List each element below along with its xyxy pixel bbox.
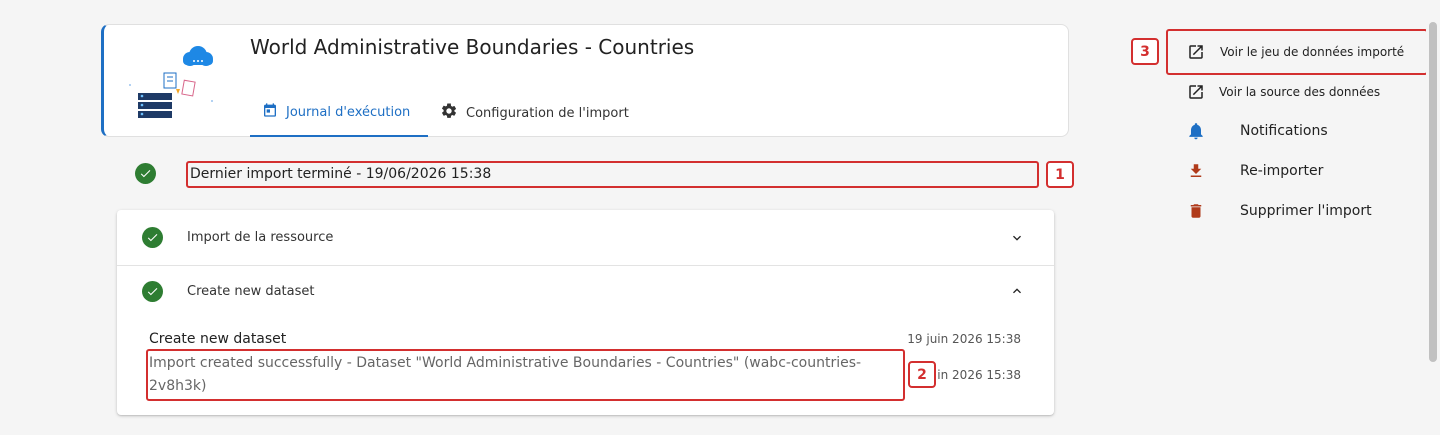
delete-import-label: Supprimer l'import bbox=[1240, 203, 1372, 219]
import-steps-panel: Import de la ressource Create new datase… bbox=[117, 210, 1054, 415]
reimport-label: Re-importer bbox=[1240, 163, 1324, 179]
last-import-status-text: Dernier import terminé - 19/06/2026 15:3… bbox=[186, 161, 1039, 188]
import-header-card: World Administrative Boundaries - Countr… bbox=[101, 24, 1069, 137]
chevron-down-icon[interactable] bbox=[1009, 230, 1025, 246]
download-icon bbox=[1186, 161, 1206, 181]
page-scrollbar[interactable] bbox=[1426, 0, 1440, 435]
step-label: Import de la ressource bbox=[187, 230, 334, 245]
page-title: World Administrative Boundaries - Countr… bbox=[250, 35, 695, 59]
view-data-source-link[interactable]: Voir la source des données bbox=[1186, 82, 1380, 102]
calendar-icon bbox=[262, 102, 278, 122]
delete-import-button[interactable]: Supprimer l'import bbox=[1186, 200, 1372, 222]
trash-icon bbox=[1186, 201, 1206, 221]
check-circle-icon bbox=[135, 163, 156, 184]
step-import-resource[interactable]: Import de la ressource bbox=[117, 210, 1054, 265]
bell-icon bbox=[1186, 121, 1206, 141]
last-import-status: Dernier import terminé - 19/06/2026 15:3… bbox=[132, 161, 1082, 189]
check-circle-icon bbox=[142, 227, 163, 248]
open-in-new-icon bbox=[1186, 82, 1206, 102]
view-imported-dataset-link[interactable]: Voir le jeu de données importé bbox=[1166, 29, 1428, 75]
log-entry-message: Import created successfully - Dataset "W… bbox=[146, 349, 905, 401]
chevron-up-icon[interactable] bbox=[1009, 283, 1025, 299]
view-data-source-label: Voir la source des données bbox=[1219, 85, 1381, 99]
step-create-dataset[interactable]: Create new dataset bbox=[117, 266, 1054, 316]
tab-configuration[interactable]: Configuration de l'import bbox=[440, 89, 629, 137]
gear-icon bbox=[440, 102, 458, 124]
import-illustration bbox=[120, 41, 220, 121]
annotation-marker-2: 2 bbox=[908, 361, 936, 388]
scrollbar-thumb[interactable] bbox=[1429, 22, 1437, 362]
step-label: Create new dataset bbox=[187, 283, 315, 299]
annotation-marker-3: 3 bbox=[1131, 38, 1159, 65]
notifications-label: Notifications bbox=[1240, 123, 1328, 139]
log-entry-title: Create new dataset bbox=[149, 331, 287, 347]
notifications-button[interactable]: Notifications bbox=[1186, 120, 1328, 142]
tab-configuration-label: Configuration de l'import bbox=[466, 105, 629, 121]
log-entry-date: in 2026 15:38 bbox=[937, 368, 1021, 382]
tab-journal[interactable]: Journal d'exécution bbox=[250, 89, 428, 137]
open-in-new-icon bbox=[1186, 42, 1206, 62]
check-circle-icon bbox=[142, 280, 163, 302]
log-entry-date: 19 juin 2026 15:38 bbox=[907, 332, 1021, 346]
annotation-marker-1: 1 bbox=[1046, 161, 1074, 188]
tab-journal-label: Journal d'exécution bbox=[286, 104, 411, 120]
reimport-button[interactable]: Re-importer bbox=[1186, 160, 1323, 182]
view-imported-dataset-label: Voir le jeu de données importé bbox=[1220, 45, 1405, 59]
